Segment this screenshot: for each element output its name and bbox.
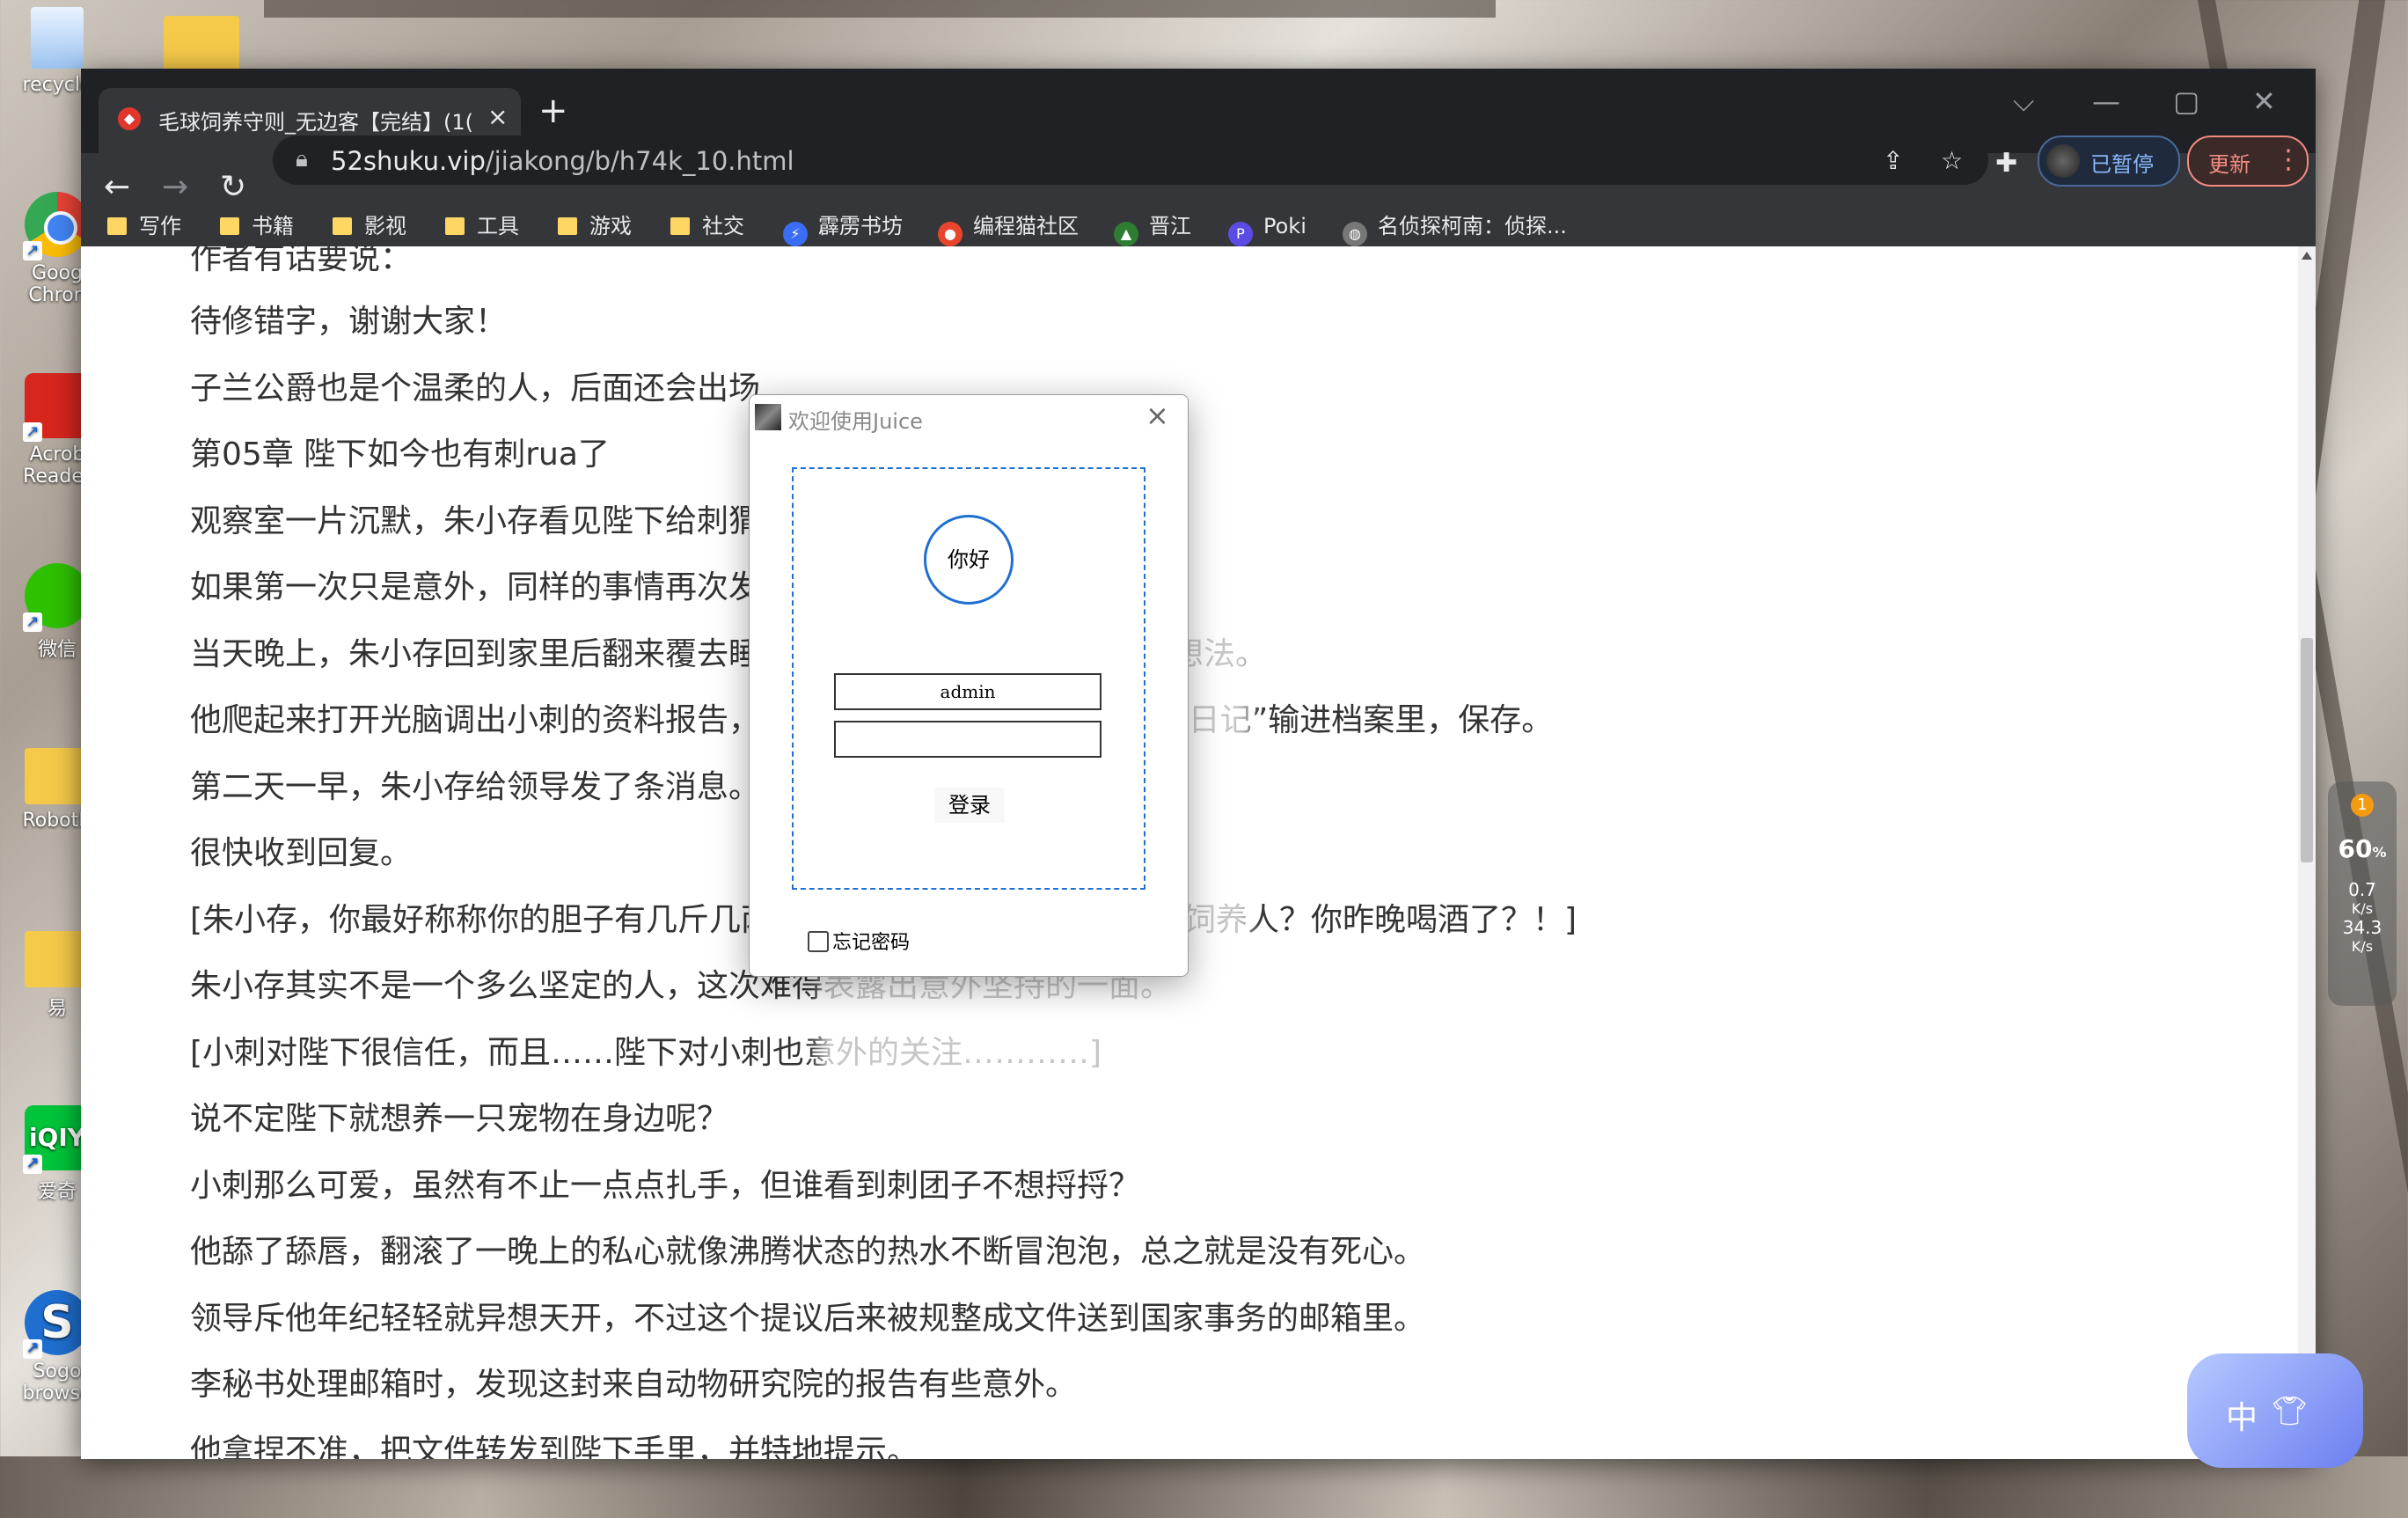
notification-badge: 1 — [2351, 794, 2374, 817]
tab-search-dropdown-icon[interactable]: ⌵ — [2013, 84, 2034, 119]
shirt-icon: 👕︎ — [2272, 1394, 2308, 1427]
folder-icon — [670, 217, 690, 235]
avatar — [2046, 144, 2080, 178]
profile-button[interactable]: 已暂停 — [2038, 136, 2180, 187]
lightning-icon: ⚡︎ — [783, 222, 808, 246]
text-line: 子兰公爵也是个温柔的人，后面还会出场 — [190, 370, 761, 407]
shortcut-arrow-icon: ↗ — [23, 1155, 42, 1174]
scrollbar[interactable] — [2298, 246, 2316, 1459]
globe-icon: ◍ — [1343, 222, 1367, 246]
text-line: 小刺那么可爱，虽然有不止一点点扎手，但谁看到刺团子不想捋捋？ — [190, 1168, 1141, 1204]
minimize-button[interactable]: — — [2092, 84, 2120, 118]
bookmark-folder-writing[interactable]: 写作 — [107, 206, 181, 246]
folder-icon — [25, 931, 90, 987]
acrobat-icon: ↗ — [23, 373, 90, 442]
more-menu-icon[interactable]: ⋮ — [2275, 144, 2302, 175]
upload-unit: K/s — [2351, 900, 2374, 917]
lock-icon[interactable]: 🔒︎ — [296, 146, 308, 173]
recycle-bin-icon — [31, 7, 84, 69]
text-line: 李秘书处理邮箱时，发现这封来自动物研究院的报告有些意外。 — [190, 1367, 1078, 1403]
url-text[interactable]: 52shuku.vip/jiakong/b/h74k_10.html — [331, 146, 794, 176]
download-unit: K/s — [2351, 938, 2374, 955]
maximize-button[interactable]: ▢ — [2173, 84, 2199, 118]
share-icon[interactable]: ⇪ — [1883, 146, 1903, 175]
jinjiang-icon: ▲ — [1114, 222, 1138, 246]
profile-status-label: 已暂停 — [2090, 152, 2154, 177]
folder-icon — [220, 217, 239, 235]
scrollbar-thumb[interactable] — [2301, 638, 2313, 862]
browser-window: ◆ 毛球饲养守则_无边客【完结】(1( × + ⌵ — ▢ ✕ ← → ↻ 🔒︎… — [81, 69, 2316, 1459]
chapter-heading: 第05章 陛下如今也有刺rua了 — [190, 436, 610, 473]
login-button[interactable]: 登录 — [934, 788, 1005, 823]
bookmark-jinjiang[interactable]: ▲ 晋江 — [1114, 206, 1191, 246]
shortcut-arrow-icon: ↗ — [23, 612, 42, 632]
checkbox-box[interactable] — [808, 931, 829, 952]
close-window-button[interactable]: ✕ — [2252, 84, 2276, 118]
bookmarks-bar: 写作 书籍 影视 工具 游戏 社交 ⚡︎ 霹雳书坊 ● 编程猫社区 ▲ 晋江 P Pok… — [81, 206, 2316, 246]
chrome-icon: ↗ — [23, 192, 90, 260]
dialog-title: 欢迎使用Juice — [788, 409, 923, 434]
password-input[interactable] — [834, 721, 1102, 758]
tab-close-icon[interactable]: × — [487, 102, 508, 131]
new-tab-button[interactable]: + — [538, 93, 568, 128]
memory-percent: 60 — [2338, 834, 2373, 863]
bookmark-pili-shufang[interactable]: ⚡︎ 霹雳书坊 — [783, 206, 903, 246]
bookmark-folder-games[interactable]: 游戏 — [558, 206, 632, 246]
text-line: 他拿捏不准，把文件转发到陛下手里，并特地提示。 — [190, 1434, 919, 1459]
forward-button[interactable]: → — [162, 169, 188, 205]
upload-speed: 0.7 — [2348, 879, 2376, 900]
poki-icon: P — [1228, 222, 1253, 246]
tab-title: 毛球饲养守则_无边客【完结】(1( — [158, 110, 473, 135]
bookmark-folder-video[interactable]: 影视 — [333, 206, 406, 246]
update-button[interactable]: 更新 ⋮ — [2187, 136, 2309, 187]
shortcut-arrow-icon: ↗ — [23, 241, 42, 260]
bookmark-folder-social[interactable]: 社交 — [670, 206, 744, 246]
text-line: 他舔了舔唇，翻滚了一晚上的私心就像沸腾状态的热水不断冒泡泡，总之就是没有死心。 — [190, 1234, 1426, 1270]
avatar-circle: 你好 — [924, 515, 1014, 605]
ime-mode-label: 中 — [2226, 1400, 2258, 1436]
text-line: 作者有话要说： — [190, 246, 413, 276]
network-monitor-widget[interactable]: 1 60% 0.7 K/s 34.3 K/s — [2328, 781, 2397, 1006]
iqiyi-icon: iQIY ↗ — [23, 1105, 90, 1174]
reload-button[interactable]: ↻ — [220, 169, 246, 205]
text-line: 第二天一早，朱小存给领导发了条消息。 — [190, 769, 761, 805]
folder-icon — [25, 748, 90, 804]
extensions-puzzle-icon[interactable]: ✚ — [1995, 148, 2017, 179]
text-line: 说不定陛下就想养一只宠物在身边呢？ — [190, 1101, 729, 1137]
folder-icon — [333, 217, 352, 235]
bookmark-codemao[interactable]: ● 编程猫社区 — [938, 206, 1079, 246]
ime-indicator[interactable]: 中 👕︎ — [2187, 1353, 2363, 1468]
back-button[interactable]: ← — [104, 169, 130, 205]
shortcut-arrow-icon: ↗ — [23, 1339, 42, 1359]
codemao-icon: ● — [938, 222, 962, 246]
remember-checkbox[interactable]: 忘记密码 — [808, 927, 910, 955]
bookmark-folder-books[interactable]: 书籍 — [220, 206, 294, 246]
login-dialog: 欢迎使用Juice × 你好 admin 登录 忘记密码 — [749, 394, 1189, 977]
bookmark-conan[interactable]: ◍ 名侦探柯南：侦探... — [1343, 206, 1567, 246]
login-frame: 你好 admin 登录 — [792, 467, 1145, 890]
scroll-up-arrow-icon[interactable] — [2302, 252, 2312, 260]
sogou-icon: S ↗ — [23, 1290, 90, 1359]
folder-icon — [107, 217, 127, 235]
username-input[interactable]: admin — [834, 673, 1102, 710]
address-bar[interactable]: 🔒︎ 52shuku.vip/jiakong/b/h74k_10.html ☆ … — [273, 136, 1988, 185]
wechat-icon: ↗ — [23, 563, 90, 632]
text-line: 很快收到回复。 — [190, 835, 413, 871]
page-content: 作者有话要说： 待修错字，谢谢大家！ 子兰公爵也是个温柔的人，后面还会出场 第0… — [81, 246, 2298, 1459]
update-label: 更新 — [2208, 152, 2251, 177]
bookmark-poki[interactable]: P Poki — [1228, 206, 1306, 246]
site-favicon-icon: ◆ — [118, 107, 141, 130]
checkbox-label: 忘记密码 — [832, 932, 911, 954]
folder-icon — [445, 217, 465, 235]
dialog-close-button[interactable]: × — [1145, 399, 1169, 432]
folder-icon — [558, 217, 577, 235]
bookmark-folder-tools[interactable]: 工具 — [445, 206, 519, 246]
desktop-folder-icon[interactable] — [164, 16, 239, 72]
app-logo-icon — [755, 404, 781, 430]
bookmark-star-icon[interactable]: ☆ — [1941, 146, 1963, 175]
download-speed: 34.3 — [2342, 917, 2382, 938]
text-line: 待修错字，谢谢大家！ — [190, 304, 508, 340]
text-line: 领导斥他年纪轻轻就异想天开，不过这个提议后来被规整成文件送到国家事务的邮箱里。 — [190, 1301, 1426, 1337]
shortcut-arrow-icon: ↗ — [23, 422, 42, 442]
